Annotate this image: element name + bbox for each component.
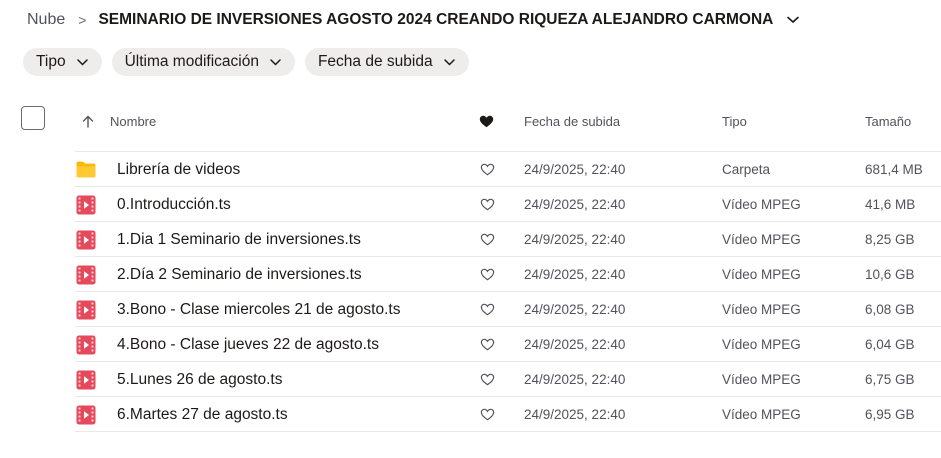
video-file-icon xyxy=(76,257,96,292)
file-size: 6,75 GB xyxy=(865,372,915,387)
table-row[interactable]: 0.Introducción.ts 24/9/2025, 22:40 Vídeo… xyxy=(0,187,941,222)
heart-outline-icon[interactable] xyxy=(479,152,495,187)
breadcrumb: Nube > SEMINARIO DE INVERSIONES AGOSTO 2… xyxy=(27,8,800,32)
folder-icon xyxy=(76,152,96,187)
file-type: Vídeo MPEG xyxy=(722,197,801,212)
chevron-down-icon xyxy=(443,58,455,65)
file-name[interactable]: 3.Bono - Clase miercoles 21 de agosto.ts xyxy=(117,292,400,327)
heart-outline-icon[interactable] xyxy=(479,327,495,362)
upload-date: 24/9/2025, 22:40 xyxy=(524,232,626,247)
table-row[interactable]: Librería de videos 24/9/2025, 22:40 Carp… xyxy=(0,152,941,187)
column-header-name[interactable]: Nombre xyxy=(110,104,156,138)
upload-date: 24/9/2025, 22:40 xyxy=(524,407,626,422)
file-size: 6,95 GB xyxy=(865,407,915,422)
file-name[interactable]: 0.Introducción.ts xyxy=(117,187,231,222)
chevron-down-icon xyxy=(270,58,281,65)
column-header-size[interactable]: Tamaño xyxy=(865,104,911,138)
file-size: 681,4 MB xyxy=(865,162,923,177)
filter-modified-label: Última modificación xyxy=(124,53,259,70)
table-row[interactable]: 1.Dia 1 Seminario de inversiones.ts 24/9… xyxy=(0,222,941,257)
heart-outline-icon[interactable] xyxy=(479,222,495,257)
column-header-type[interactable]: Tipo xyxy=(722,104,747,138)
file-type: Vídeo MPEG xyxy=(722,372,801,387)
upload-date: 24/9/2025, 22:40 xyxy=(524,302,626,317)
video-file-icon xyxy=(76,327,96,362)
file-size: 8,25 GB xyxy=(865,232,915,247)
heart-outline-icon[interactable] xyxy=(479,397,495,432)
filter-upload-date-label: Fecha de subida xyxy=(317,53,433,70)
filter-upload-date-button[interactable]: Fecha de subida xyxy=(304,48,469,76)
file-size: 10,6 GB xyxy=(865,267,915,282)
breadcrumb-separator: > xyxy=(78,12,87,28)
arrow-up-icon[interactable] xyxy=(82,104,94,138)
video-file-icon xyxy=(76,292,96,327)
table-row[interactable]: 4.Bono - Clase jueves 22 de agosto.ts 24… xyxy=(0,327,941,362)
file-size: 6,08 GB xyxy=(865,302,915,317)
filter-type-label: Tipo xyxy=(36,53,66,70)
file-size: 41,6 MB xyxy=(865,197,916,212)
table-row[interactable]: 2.Día 2 Seminario de inversiones.ts 24/9… xyxy=(0,257,941,292)
heart-outline-icon[interactable] xyxy=(479,362,495,397)
upload-date: 24/9/2025, 22:40 xyxy=(524,197,626,212)
file-name[interactable]: 2.Día 2 Seminario de inversiones.ts xyxy=(117,257,362,292)
filter-bar: Tipo Última modificación Fecha de subida xyxy=(23,48,469,76)
file-name[interactable]: 5.Lunes 26 de agosto.ts xyxy=(117,362,282,397)
column-header-date[interactable]: Fecha de subida xyxy=(524,104,620,138)
chevron-down-icon xyxy=(76,58,88,65)
breadcrumb-current-folder[interactable]: SEMINARIO DE INVERSIONES AGOSTO 2024 CRE… xyxy=(98,11,773,29)
table-row[interactable]: 3.Bono - Clase miercoles 21 de agosto.ts… xyxy=(0,292,941,327)
upload-date: 24/9/2025, 22:40 xyxy=(524,372,626,387)
file-type: Vídeo MPEG xyxy=(722,267,801,282)
file-type: Vídeo MPEG xyxy=(722,407,801,422)
filter-type-button[interactable]: Tipo xyxy=(23,48,102,76)
filter-modified-button[interactable]: Última modificación xyxy=(111,48,295,76)
table-row[interactable]: 6.Martes 27 de agosto.ts 24/9/2025, 22:4… xyxy=(0,397,941,432)
heart-outline-icon[interactable] xyxy=(479,257,495,292)
video-file-icon xyxy=(76,222,96,257)
file-name[interactable]: 1.Dia 1 Seminario de inversiones.ts xyxy=(117,222,361,257)
file-name[interactable]: 4.Bono - Clase jueves 22 de agosto.ts xyxy=(117,327,379,362)
file-type: Carpeta xyxy=(722,162,771,177)
heart-filled-icon[interactable] xyxy=(479,104,494,138)
video-file-icon xyxy=(76,187,96,222)
video-file-icon xyxy=(76,362,96,397)
chevron-down-icon[interactable] xyxy=(787,16,800,24)
file-size: 6,04 GB xyxy=(865,337,915,352)
heart-outline-icon[interactable] xyxy=(479,292,495,327)
file-type: Vídeo MPEG xyxy=(722,232,801,247)
breadcrumb-root-link[interactable]: Nube xyxy=(27,11,65,29)
upload-date: 24/9/2025, 22:40 xyxy=(524,162,626,177)
file-name[interactable]: Librería de videos xyxy=(117,152,240,187)
video-file-icon xyxy=(76,397,96,432)
heart-outline-icon[interactable] xyxy=(479,187,495,222)
upload-date: 24/9/2025, 22:40 xyxy=(524,337,626,352)
upload-date: 24/9/2025, 22:40 xyxy=(524,267,626,282)
file-name[interactable]: 6.Martes 27 de agosto.ts xyxy=(117,397,288,432)
table-header: Nombre Fecha de subida Tipo Tamaño xyxy=(0,104,941,138)
file-type: Vídeo MPEG xyxy=(722,302,801,317)
file-type: Vídeo MPEG xyxy=(722,337,801,352)
table-row[interactable]: 5.Lunes 26 de agosto.ts 24/9/2025, 22:40… xyxy=(0,362,941,397)
